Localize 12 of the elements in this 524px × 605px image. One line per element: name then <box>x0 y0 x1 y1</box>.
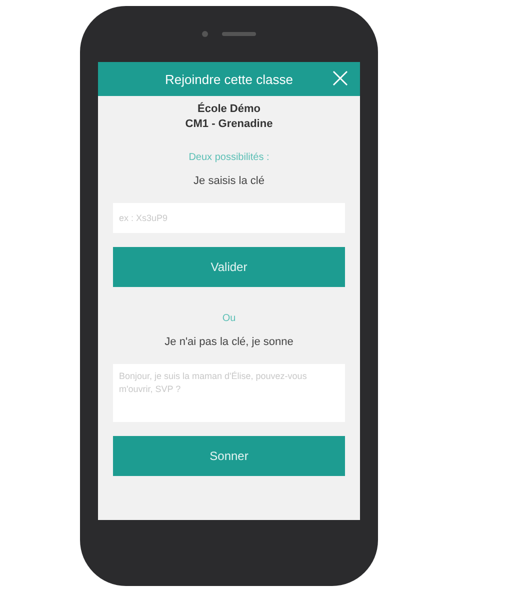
validate-button[interactable]: Valider <box>113 247 345 287</box>
close-button[interactable]: × <box>324 65 356 91</box>
screen-title: Rejoindre cette classe <box>165 72 293 86</box>
ring-button[interactable]: Sonner <box>113 436 345 476</box>
or-separator: Ou <box>222 313 236 324</box>
options-heading: Deux possibilités : <box>188 152 270 163</box>
ring-label: Je n'ai pas la clé, je sonne <box>164 336 294 348</box>
class-name: CM1 - Grenadine <box>185 117 273 132</box>
school-name: École Démo <box>198 102 260 117</box>
camera-icon <box>202 31 208 37</box>
speaker-icon <box>222 32 256 36</box>
key-label: Je saisis la clé <box>194 175 264 187</box>
